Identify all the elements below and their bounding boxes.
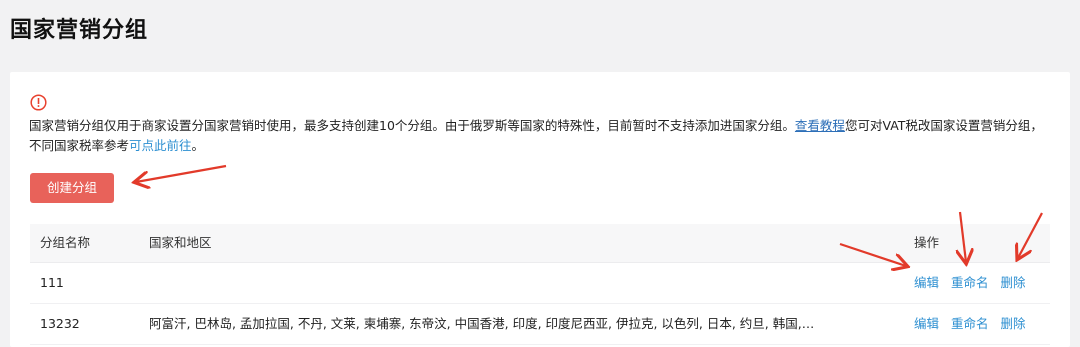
page-title: 国家营销分组 [10, 18, 149, 43]
group-name-cell: 13232 [40, 316, 80, 331]
delete-link[interactable]: 删除 [1001, 316, 1026, 331]
table-row: 13232 阿富汗, 巴林岛, 孟加拉国, 不丹, 文莱, 柬埔寨, 东帝汶, … [30, 304, 1050, 345]
notice-text-after: 。 [191, 138, 205, 153]
rename-link[interactable]: 重命名 [951, 275, 989, 290]
group-name-cell: 111 [40, 275, 64, 290]
countries-cell: 阿富汗, 巴林岛, 孟加拉国, 不丹, 文莱, 柬埔寨, 东帝汶, 中国香港, … [149, 316, 815, 331]
delete-link[interactable]: 删除 [1001, 275, 1026, 290]
create-group-button[interactable]: 创建分组 [30, 173, 114, 203]
edit-link[interactable]: 编辑 [914, 275, 939, 290]
table-row: 111 编辑 重命名 删除 [30, 263, 1050, 304]
actions-cell: 编辑 重命名 删除 [914, 263, 1050, 303]
main-card: 国家营销分组仅用于商家设置分国家营销时使用，最多支持创建10个分组。由于俄罗斯等… [10, 72, 1070, 347]
tutorial-link[interactable]: 查看教程 [795, 118, 845, 133]
table-header: 分组名称 国家和地区 操作 [30, 224, 1050, 263]
edit-link[interactable]: 编辑 [914, 316, 939, 331]
group-table: 分组名称 国家和地区 操作 111 编辑 重命名 删除 13232 阿富汗, 巴… [30, 224, 1050, 345]
column-header-ops: 操作 [914, 235, 940, 250]
tax-rate-link[interactable]: 可点此前往 [129, 138, 192, 153]
column-header-countries: 国家和地区 [149, 235, 212, 250]
warning-circle-icon [30, 94, 47, 111]
actions-cell: 编辑 重命名 删除 [914, 304, 1050, 344]
notice-text: 国家营销分组仅用于商家设置分国家营销时使用，最多支持创建10个分组。由于俄罗斯等… [29, 116, 1049, 156]
notice-text-before: 国家营销分组仅用于商家设置分国家营销时使用，最多支持创建10个分组。由于俄罗斯等… [29, 118, 795, 133]
rename-link[interactable]: 重命名 [951, 316, 989, 331]
column-header-name: 分组名称 [40, 235, 91, 250]
